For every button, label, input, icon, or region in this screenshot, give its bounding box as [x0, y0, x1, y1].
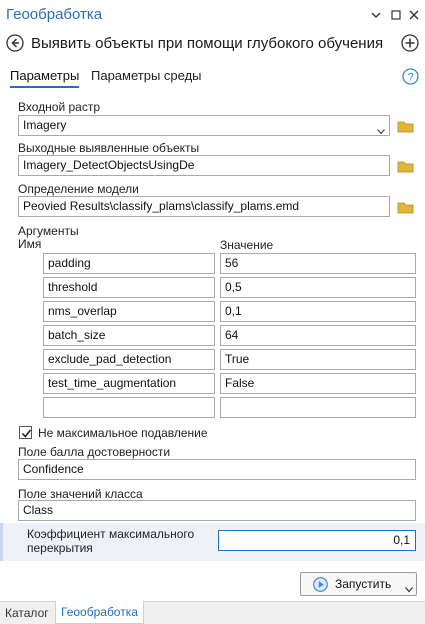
argument-name-cell[interactable] [43, 397, 215, 418]
nms-checkbox-label[interactable]: Не максимальное подавление [38, 426, 208, 440]
tab-parameters[interactable]: Параметры [10, 68, 80, 88]
class-field-label: Поле значений класса [18, 487, 143, 501]
dock-tabs: Каталог Геообработка [0, 601, 425, 624]
argument-value-cell[interactable]: 56 [220, 253, 416, 274]
max-overlap-input[interactable]: 0,1 [218, 530, 416, 551]
argument-value-cell[interactable] [220, 397, 416, 418]
dock-tab-catalog[interactable]: Каталог [5, 606, 49, 620]
argument-value-cell[interactable]: 64 [220, 325, 416, 346]
argument-name-cell[interactable]: batch_size [43, 325, 215, 346]
arguments-col-value: Значение [220, 238, 274, 252]
confidence-field-input[interactable]: Confidence [18, 459, 416, 480]
tool-header: Выявить объекты при помощи глубокого обу… [0, 30, 425, 58]
dock-tab-geoprocessing[interactable]: Геообработка [55, 601, 144, 624]
chevron-down-icon[interactable] [405, 582, 413, 593]
parameter-tabs: Параметры Параметры среды [0, 64, 425, 90]
argument-name-cell[interactable]: exclude_pad_detection [43, 349, 215, 370]
argument-name-cell[interactable]: test_time_augmentation [43, 373, 215, 394]
argument-name-cell[interactable]: padding [43, 253, 215, 274]
argument-value-cell[interactable]: 0,1 [220, 301, 416, 322]
confidence-field-label: Поле балла достоверности [18, 445, 171, 459]
pane-title: Геообработка [6, 6, 103, 23]
input-raster-combo[interactable]: Imagery [18, 115, 390, 136]
tool-title: Выявить объекты при помощи глубокого обу… [31, 35, 384, 52]
max-overlap-label: Коэффициент максимального перекрытия [27, 527, 194, 555]
chevron-down-icon[interactable] [368, 7, 384, 23]
max-overlap-label-line1: Коэффициент максимального [27, 527, 195, 541]
run-label: Запустить [335, 577, 392, 591]
folder-icon[interactable] [397, 119, 415, 134]
folder-icon[interactable] [397, 200, 415, 215]
pane-titlebar: Геообработка [0, 0, 425, 30]
max-overlap-label-line2: перекрытия [27, 541, 93, 555]
folder-icon[interactable] [397, 159, 415, 174]
tab-environments[interactable]: Параметры среды [91, 68, 202, 83]
input-raster-value: Imagery [23, 118, 67, 132]
restore-icon[interactable] [388, 7, 404, 23]
run-button[interactable]: Запустить [300, 572, 417, 596]
argument-name-cell[interactable]: threshold [43, 277, 215, 298]
arguments-col-name: Имя [18, 237, 42, 251]
input-raster-label: Входной растр [18, 100, 101, 114]
argument-value-cell[interactable]: True [220, 349, 416, 370]
argument-value-cell[interactable]: False [220, 373, 416, 394]
model-definition-label: Определение модели [18, 182, 139, 196]
argument-value-cell[interactable]: 0,5 [220, 277, 416, 298]
back-arrow-icon[interactable] [6, 34, 24, 52]
help-icon[interactable]: ? [402, 68, 419, 85]
chevron-down-icon[interactable] [377, 122, 385, 135]
add-circle-icon[interactable] [401, 34, 419, 52]
nms-checkbox[interactable] [19, 426, 32, 439]
model-definition-field[interactable]: Peovied Results\classify_plams\classify_… [18, 196, 390, 217]
argument-name-cell[interactable]: nms_overlap [43, 301, 215, 322]
output-objects-field[interactable]: Imagery_DetectObjectsUsingDe [18, 155, 390, 176]
class-field-input[interactable]: Class [18, 500, 416, 521]
run-play-icon [313, 577, 328, 592]
close-icon[interactable] [406, 7, 422, 23]
svg-text:?: ? [407, 72, 413, 84]
output-objects-label: Выходные выявленные объекты [18, 141, 200, 155]
arguments-label: Аргументы [18, 224, 79, 238]
